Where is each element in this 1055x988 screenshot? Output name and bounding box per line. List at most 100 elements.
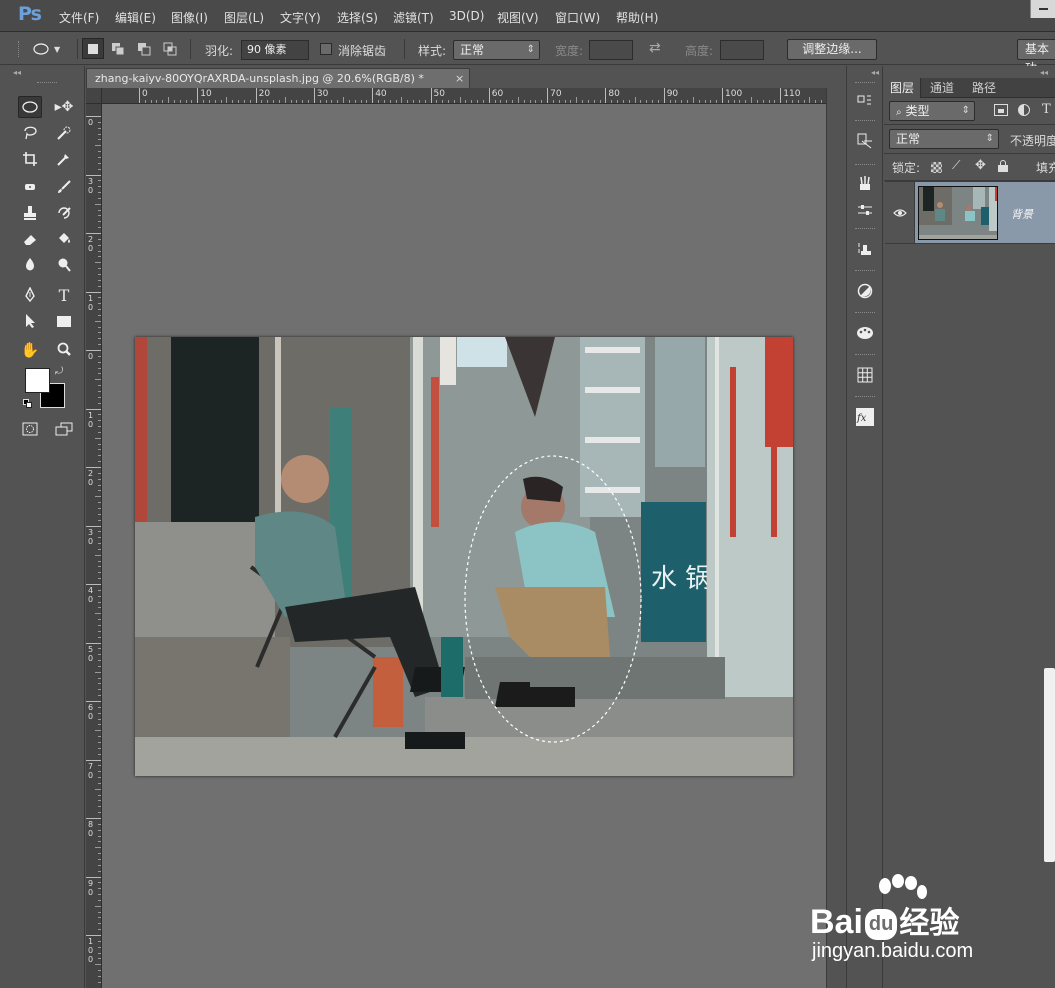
history-panel-icon[interactable] [853, 90, 877, 112]
menu-3d[interactable]: 3D(D) [449, 9, 484, 23]
eyedropper-icon[interactable] [52, 148, 76, 170]
panel-dock: ◂◂ fx [846, 66, 883, 988]
panel-scrollbar-thumb[interactable] [1044, 668, 1055, 862]
brush-presets-icon[interactable] [853, 172, 877, 194]
styles-fx-icon[interactable]: fx [853, 406, 877, 428]
close-icon[interactable]: × [455, 69, 464, 88]
eraser-icon[interactable] [18, 228, 42, 250]
menu-type[interactable]: 文字(Y) [280, 9, 321, 26]
swatches-palette-icon[interactable] [853, 322, 877, 344]
zoom-icon[interactable] [52, 339, 76, 361]
filter-pixel-icon[interactable] [994, 104, 1008, 116]
elliptical-marquee-icon[interactable] [18, 96, 42, 118]
grip [855, 82, 875, 84]
blur-icon[interactable] [18, 254, 42, 276]
filter-adjustment-icon[interactable] [1018, 104, 1030, 116]
grid-icon[interactable] [853, 364, 877, 386]
hruler-minor-tick [751, 97, 753, 103]
collapse-icon[interactable]: ◂◂ [1040, 68, 1048, 77]
brush-icon[interactable] [52, 176, 76, 198]
layer-filter-select[interactable]: ⌕ 类型 [889, 101, 975, 121]
quick-mask-icon[interactable] [18, 418, 42, 440]
rectangle-icon[interactable] [52, 310, 76, 332]
lasso-icon[interactable] [18, 122, 42, 144]
menu-view[interactable]: 视图(V) [497, 9, 539, 26]
new-selection-button[interactable] [82, 38, 104, 59]
style-select[interactable]: 正常 [453, 40, 540, 60]
dodge-icon[interactable] [52, 254, 76, 276]
tool-preset-picker[interactable]: ▼ [32, 39, 72, 59]
workspace-button[interactable]: 基本功 [1017, 39, 1055, 75]
subtract-selection-button[interactable] [134, 39, 154, 59]
clone-source-icon[interactable] [853, 238, 877, 260]
swap-icon[interactable]: ⇄ [649, 40, 661, 56]
menu-window[interactable]: 窗口(W) [555, 9, 600, 26]
menu-select[interactable]: 选择(S) [337, 9, 378, 26]
collapse-icon[interactable]: ◂◂ [871, 68, 879, 77]
adjustments-icon[interactable] [853, 280, 877, 302]
clone-stamp-icon[interactable] [18, 202, 42, 224]
screen-mode-icon[interactable] [52, 418, 76, 440]
pen-icon[interactable] [18, 284, 42, 306]
layer-name[interactable]: 背景 [1011, 206, 1033, 222]
document-tab[interactable]: zhang-kaiyv-80OYQrAXRDA-unsplash.jpg @ 2… [86, 68, 470, 88]
hruler-minor-tick [634, 97, 636, 103]
paint-bucket-icon[interactable] [52, 228, 76, 250]
vruler-label: 1 0 [88, 293, 94, 312]
new-selection-icon [88, 43, 98, 54]
hruler-label: 30 [316, 89, 329, 99]
lock-position-icon[interactable]: ✥ [975, 158, 986, 173]
properties-panel-icon[interactable] [853, 130, 877, 152]
vruler-label: 9 0 [88, 878, 94, 897]
type-icon[interactable]: T [52, 284, 76, 306]
path-selection-icon[interactable] [18, 310, 42, 332]
divider [884, 124, 1055, 125]
quick-selection-icon[interactable] [52, 122, 76, 144]
default-colors-icon[interactable] [23, 399, 33, 409]
foreground-color-swatch-top[interactable] [25, 368, 50, 393]
height-label: 高度: [685, 44, 714, 58]
brush-settings-icon[interactable] [853, 199, 877, 221]
vruler-label: 1 0 0 [88, 937, 94, 964]
tab-layers[interactable]: 图层 [884, 78, 922, 98]
ruler-origin[interactable] [86, 88, 102, 104]
history-brush-icon[interactable] [52, 202, 76, 224]
swap-colors-icon[interactable]: ⤾ [55, 366, 63, 377]
hand-icon[interactable]: ✋ [18, 339, 42, 361]
spot-healing-icon[interactable] [18, 176, 42, 198]
vruler-tick [86, 818, 101, 819]
menu-edit[interactable]: 编辑(E) [115, 9, 156, 26]
menu-help[interactable]: 帮助(H) [616, 9, 658, 26]
tab-channels[interactable]: 通道 [924, 78, 960, 98]
menu-layer[interactable]: 图层(L) [224, 9, 264, 26]
add-to-selection-button[interactable] [108, 39, 128, 59]
width-input[interactable] [589, 40, 633, 60]
minimize-button[interactable] [1030, 0, 1055, 18]
layer-visibility-toggle[interactable] [885, 182, 915, 243]
lock-all-icon[interactable] [998, 160, 1008, 172]
filter-type-icon[interactable]: T [1042, 102, 1051, 117]
crop-icon[interactable] [18, 148, 42, 170]
move-icon[interactable]: ▸✥ [52, 96, 76, 118]
lock-transparent-icon[interactable] [931, 162, 942, 173]
vertical-ruler[interactable]: 0 3 0 2 0 1 0 0 1 0 2 0 3 0 4 0 5 0 6 0 7 0 8 0 9 0 1 … [86, 104, 102, 988]
menu-image[interactable]: 图像(I) [171, 9, 208, 26]
horizontal-ruler[interactable]: 0 10 20 30 40 50 60 70 80 90 100 110 [102, 88, 826, 104]
blend-mode-select[interactable]: 正常 [889, 129, 999, 149]
menu-filter[interactable]: 滤镜(T) [393, 9, 434, 26]
feather-input[interactable]: 90 像素 [241, 40, 309, 60]
menu-file[interactable]: 文件(F) [59, 9, 99, 26]
intersect-selection-button[interactable] [160, 39, 180, 59]
collapse-icon[interactable]: ◂◂ [13, 68, 21, 77]
document-photo[interactable]: 水 锅 [135, 337, 793, 776]
antialias-checkbox[interactable] [320, 43, 332, 55]
lock-pixels-brush-icon[interactable]: ⟋ [952, 158, 960, 173]
vruler-minor-tick [95, 379, 101, 381]
height-input[interactable] [720, 40, 764, 60]
refine-edge-button[interactable]: 调整边缘... [787, 39, 877, 60]
vruler-tick [86, 642, 101, 644]
grip [855, 120, 875, 122]
tab-paths[interactable]: 路径 [966, 78, 1002, 98]
document-scrollbar[interactable] [826, 88, 840, 988]
vruler-minor-tick [95, 320, 101, 322]
